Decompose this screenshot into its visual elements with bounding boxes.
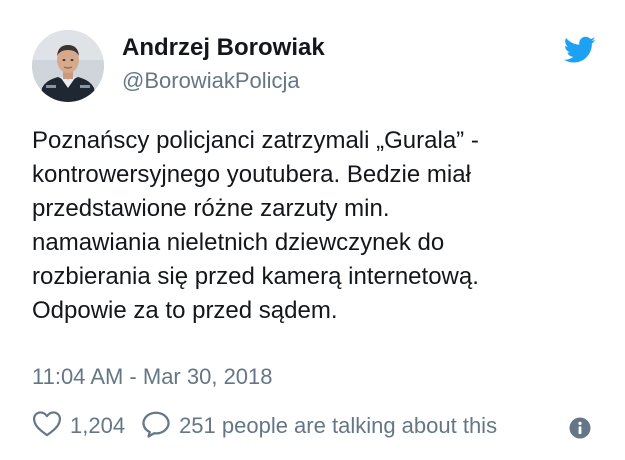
tweet-timestamp[interactable]: 11:04 AM - Mar 30, 2018 xyxy=(32,364,273,390)
speech-bubble-icon xyxy=(141,410,171,443)
conversation-link[interactable]: 251 people are talking about this xyxy=(141,410,497,443)
like-button[interactable]: 1,204 xyxy=(32,410,125,442)
twitter-bird-icon[interactable] xyxy=(563,36,596,64)
author-handle[interactable]: @BorowiakPolicja xyxy=(122,68,300,94)
info-icon[interactable] xyxy=(569,417,591,439)
tweet-actions: 1,204 251 people are talking about this xyxy=(32,408,497,444)
conversation-text: 251 people are talking about this xyxy=(179,413,498,438)
tweet-text: Poznańscy policjanci zatrzymali „Gurala”… xyxy=(32,127,479,324)
avatar-image xyxy=(32,30,104,102)
author-name[interactable]: Andrzej Borowiak xyxy=(122,34,325,62)
heart-icon xyxy=(32,410,62,442)
avatar[interactable] xyxy=(32,30,104,102)
tweet-card: Andrzej Borowiak @BorowiakPolicja Poznań… xyxy=(0,0,625,460)
like-count: 1,204 xyxy=(70,413,126,438)
